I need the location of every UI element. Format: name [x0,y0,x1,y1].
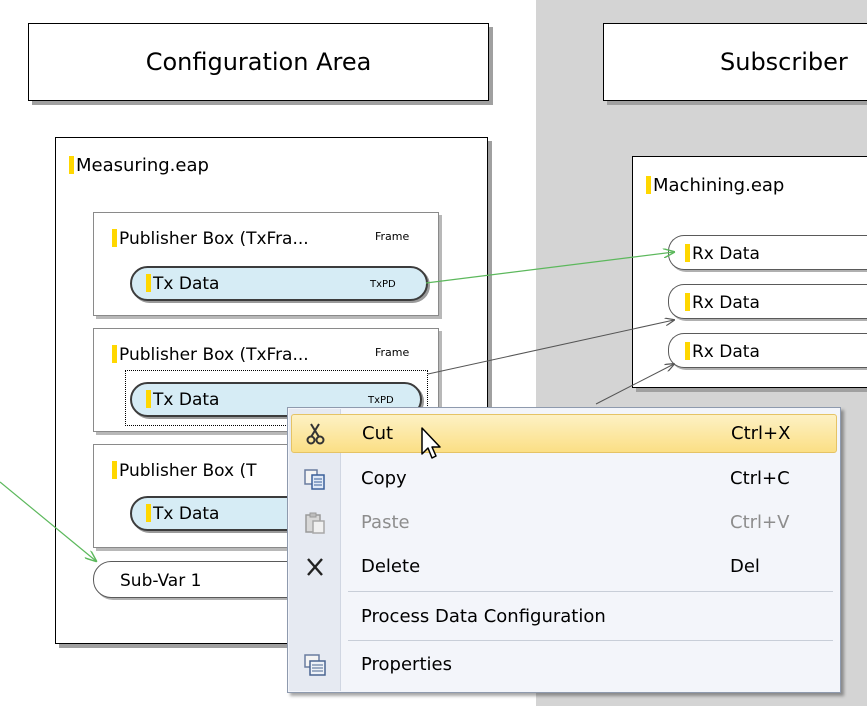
dark-link-arrow [427,320,674,375]
scissors-icon [306,423,325,445]
menu-item-process-data-configuration[interactable]: Process Data Configuration [291,598,837,637]
context-menu[interactable]: Cut Ctrl+X Copy Ctrl+C Paste Ctrl+V Dele… [287,407,841,693]
menu-item-shortcut: Ctrl+V [730,512,790,533]
paste-icon [305,512,325,534]
menu-item-label: Properties [361,654,452,675]
menu-separator [348,591,833,592]
menu-item-properties[interactable]: Properties [291,646,837,685]
menu-item-label: Paste [361,512,410,533]
menu-item-copy[interactable]: Copy Ctrl+C [291,460,837,499]
properties-icon [304,654,326,676]
mouse-cursor-icon [421,427,441,459]
menu-item-label: Copy [361,468,407,489]
menu-item-label: Process Data Configuration [361,606,606,627]
menu-item-cut[interactable]: Cut Ctrl+X [291,414,837,453]
green-link-arrow [425,252,674,284]
copy-icon [304,469,325,490]
menu-item-delete[interactable]: Delete Del [291,548,837,587]
dark-link-arrow [595,364,674,405]
green-link-arrow [0,481,96,561]
menu-item-label: Delete [361,556,421,577]
menu-item-shortcut: Ctrl+C [730,468,790,489]
menu-item-label: Cut [362,423,394,444]
menu-item-paste[interactable]: Paste Ctrl+V [291,504,837,543]
menu-item-shortcut: Ctrl+X [731,423,791,444]
menu-item-shortcut: Del [730,556,760,577]
menu-separator [348,640,833,641]
delete-x-icon [307,558,323,576]
